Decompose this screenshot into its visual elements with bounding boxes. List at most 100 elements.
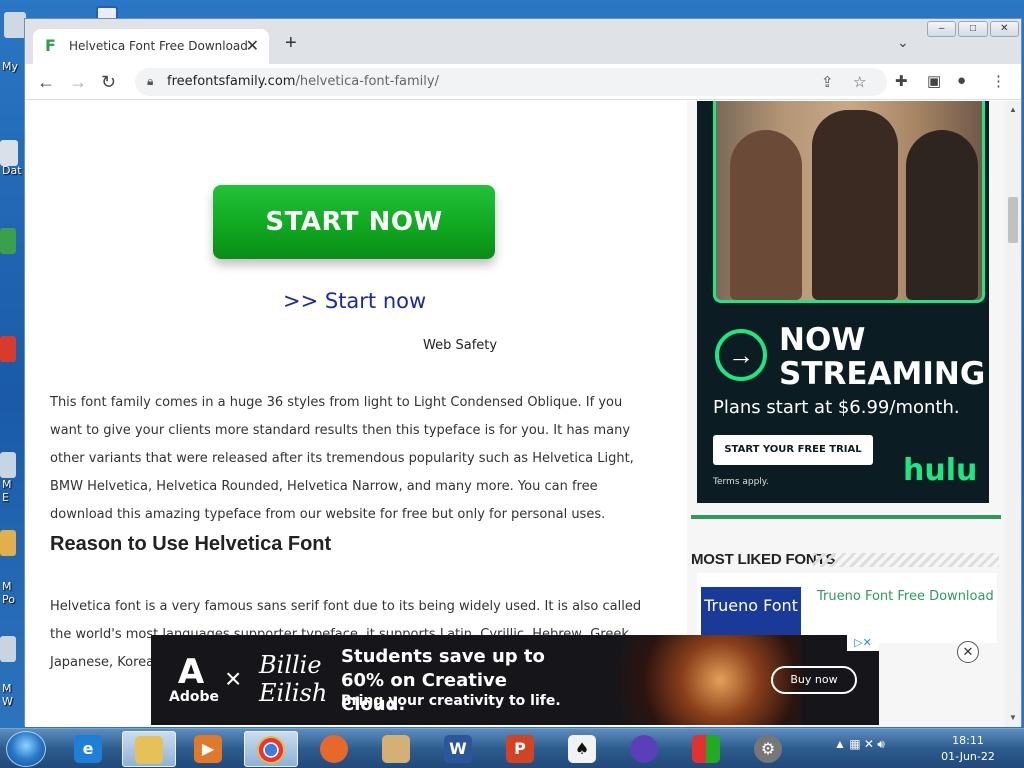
terms-text: Terms apply. [713,477,769,487]
scroll-down-icon[interactable]: ▼ [1009,713,1017,722]
new-tab-button[interactable]: + [285,32,297,55]
arrow-right-icon: → [715,329,767,381]
profile-avatar-icon[interactable]: ● [957,72,966,89]
taskbar-app-swirl[interactable] [618,731,672,767]
taskbar-word[interactable]: W [432,731,486,767]
desktop-icon-6[interactable] [0,530,16,556]
taskbar-app-grid[interactable] [680,731,734,767]
minimize-button[interactable]: – [927,21,957,37]
url-text[interactable]: freefontsfamily.com/helvetica-font-famil… [167,74,439,89]
taskbar-chrome[interactable] [244,731,298,767]
scroll-thumb[interactable] [1008,197,1018,243]
title-stripes [813,553,999,567]
font-card[interactable]: Trueno Font Trueno Font Free Download [697,573,997,643]
start-now-button[interactable]: START NOW [213,185,495,259]
desktop-icon-computer[interactable] [4,12,26,38]
adobe-a-icon: A [177,652,205,692]
clock-date: 01-Jun-22 [941,750,995,763]
grid-app-icon [692,735,720,763]
desktop-icon-4[interactable] [0,336,16,362]
ad-person-middle [812,110,898,300]
section-heading: Reason to Use Helvetica Font [50,533,332,555]
folder-icon [135,736,163,764]
cards-icon: ♠ [568,735,596,763]
media-player-icon: ▶ [194,735,222,763]
desktop-icon-5[interactable] [0,452,16,478]
buy-now-button[interactable]: Buy now [771,666,857,694]
tab-title: Helvetica Font Free Download [69,39,248,53]
url-host: freefontsfamily.com [167,74,296,89]
desktop-icon-3[interactable] [0,228,16,254]
adchoices-icon[interactable]: ▷✕ [847,635,879,651]
ie-icon: e [74,735,102,763]
ad-photo [713,101,985,303]
desktop-label-3: M E [2,478,12,504]
free-trial-button[interactable]: START YOUR FREE TRIAL [713,435,873,465]
browser-toolbar: ← → ↻ 🔒︎ freefontsfamily.com/helvetica-f… [25,64,1021,100]
adobe-subtext: Bring your creativity to life. [341,693,561,709]
divider [691,515,1001,519]
extensions-puzzle-icon[interactable]: ✚ [895,72,908,90]
start-button[interactable] [6,731,46,767]
plans-text: Plans start at $6.99/month. [713,397,960,418]
gear-icon: ⚙ [754,735,782,763]
hulu-ad[interactable]: → NOW STREAMING Plans start at $6.99/mon… [697,101,989,503]
sidebar: → NOW STREAMING Plans start at $6.99/mon… [687,101,1005,727]
forward-arrow-icon[interactable]: → [69,72,87,93]
adobe-banner-ad[interactable]: A Adobe × Billie Eilish Students save up… [151,635,879,725]
taskbar-solitaire[interactable]: ♠ [556,731,610,767]
share-icon[interactable]: ⇪ [821,73,834,91]
reload-icon[interactable]: ↻ [101,72,116,93]
adobe-brand: Adobe [169,689,219,705]
kebab-menu-icon[interactable]: ⋮ [991,72,1006,90]
desktop-icon-7[interactable] [0,636,16,662]
side-panel-icon[interactable]: ▣ [927,72,941,90]
desktop-label-4: M Po [2,580,15,606]
billie-eilish-signature: Billie Eilish [259,651,328,707]
taskbar-powerpoint[interactable]: P [494,731,548,767]
desktop-label-5: M W [2,682,13,708]
tab-helvetica[interactable]: F Helvetica Font Free Download ✕ [33,29,269,64]
web-page: START NOW >> Start now Web Safety This f… [25,101,1005,727]
paint-icon [382,735,410,763]
desktop-label-2: Dat [2,164,22,177]
adobe-logo: A Adobe [169,652,219,705]
window-controls: – □ ✕ [927,21,1021,39]
ad-person-left [730,130,802,300]
lock-icon[interactable]: 🔒︎ [147,74,153,89]
tray-icons[interactable]: ▲ ▦ ✕ 🔊︎ [834,737,885,752]
start-now-link[interactable]: >> Start now [283,289,426,313]
url-path: /helvetica-font-family/ [295,74,439,89]
desktop-label-1: My [2,60,19,73]
browser-window: F Helvetica Font Free Download ✕ + ⌄ – □… [24,18,1022,727]
tab-close-icon[interactable]: ✕ [246,36,259,56]
firefox-icon [320,735,348,763]
now-streaming-title: NOW STREAMING [779,322,986,392]
taskbar-firefox[interactable] [308,731,362,767]
chrome-icon [257,736,285,764]
taskbar: e ▶ W P ♠ ⚙ ▲ ▦ ✕ 🔊︎ 18:11 01-Jun-22 [0,728,1024,768]
page-scrollbar[interactable]: ▲ ▼ [1005,101,1021,727]
maximize-button[interactable]: □ [958,21,988,37]
font-link[interactable]: Trueno Font Free Download [817,589,994,604]
word-icon: W [444,735,472,763]
taskbar-paint[interactable] [370,731,424,767]
close-window-button[interactable]: ✕ [989,21,1019,37]
taskbar-ie[interactable]: e [62,731,116,767]
ad-person-right [906,130,978,300]
back-arrow-icon[interactable]: ← [37,72,55,93]
clock[interactable]: 18:11 01-Jun-22 [938,733,998,765]
desktop-icon-data[interactable] [0,140,18,166]
powerpoint-icon: P [506,735,534,763]
scroll-up-icon[interactable]: ▲ [1009,105,1017,114]
collab-x-icon: × [225,663,242,694]
paragraph-styles: This font family comes in a huge 36 styl… [50,395,634,522]
taskbar-media[interactable]: ▶ [182,731,236,767]
bookmark-star-icon[interactable]: ☆ [853,73,866,91]
hulu-logo: hulu [903,453,978,488]
ad-close-icon[interactable]: ✕ [957,641,979,663]
tab-search-chevron-icon[interactable]: ⌄ [897,34,909,51]
address-bar[interactable]: 🔒︎ freefontsfamily.com/helvetica-font-fa… [135,68,887,96]
taskbar-settings[interactable]: ⚙ [742,731,796,767]
taskbar-explorer[interactable] [122,731,176,767]
